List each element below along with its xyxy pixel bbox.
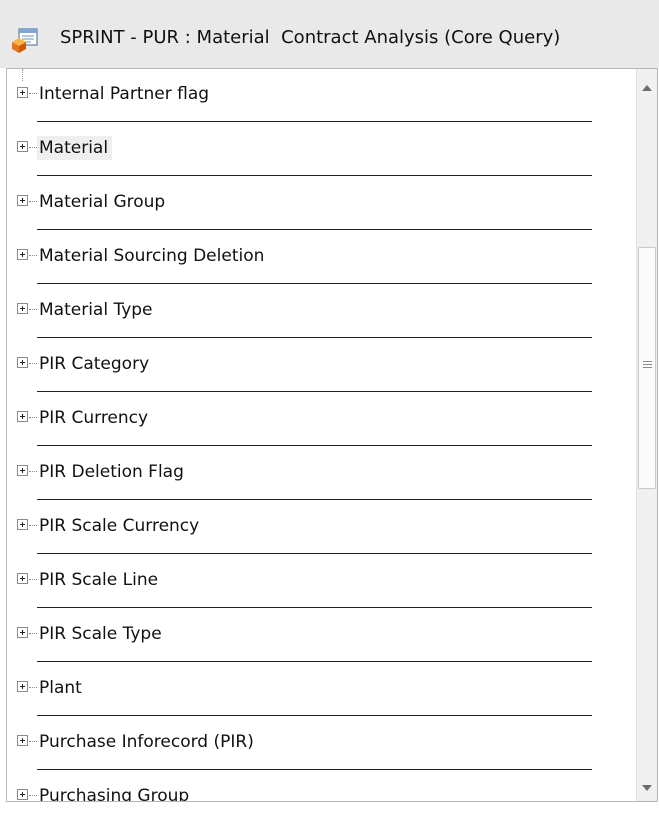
tree-item[interactable]: PIR Scale Line	[7, 561, 592, 615]
tree-connector-line	[29, 579, 37, 580]
tree-item[interactable]: Material Group	[7, 183, 592, 237]
scroll-up-arrow-icon[interactable]	[642, 85, 652, 91]
tree-connector-line	[29, 633, 37, 634]
expand-plus-icon[interactable]	[17, 87, 28, 98]
query-report-icon	[10, 26, 40, 54]
tree-item[interactable]: Material Sourcing Deletion	[7, 237, 592, 291]
tree-item[interactable]: PIR Scale Currency	[7, 507, 592, 561]
tree-item[interactable]: Purchasing Group	[7, 777, 592, 801]
tree-item-label[interactable]: PIR Scale Currency	[37, 514, 203, 538]
row-divider	[37, 661, 592, 662]
tree-panel: Internal Partner flag Material Material Gr…	[6, 68, 658, 802]
tree-item[interactable]: Internal Partner flag	[7, 69, 592, 129]
tree-connector-line	[29, 93, 37, 94]
tree-item[interactable]: Material Type	[7, 291, 592, 345]
tree-item-label[interactable]: PIR Scale Line	[37, 568, 162, 592]
row-divider	[37, 499, 592, 500]
expand-plus-icon[interactable]	[17, 195, 28, 206]
window-title-bar: SPRINT - PUR : Material Contract Analysi…	[0, 0, 659, 68]
tree-connector-line	[29, 795, 37, 796]
tree-connector-line	[29, 741, 37, 742]
tree-item-label[interactable]: Plant	[37, 676, 86, 700]
tree-connector-line	[29, 255, 37, 256]
row-divider	[37, 229, 592, 230]
row-divider	[37, 391, 592, 392]
tree-item-label[interactable]: PIR Deletion Flag	[37, 460, 188, 484]
tree-item[interactable]: Material	[7, 129, 592, 183]
tree-item[interactable]: PIR Deletion Flag	[7, 453, 592, 507]
tree-item[interactable]: PIR Scale Type	[7, 615, 592, 669]
window-title: SPRINT - PUR : Material Contract Analysi…	[60, 27, 561, 48]
expand-plus-icon[interactable]	[17, 681, 28, 692]
expand-plus-icon[interactable]	[17, 627, 28, 638]
expand-plus-icon[interactable]	[17, 735, 28, 746]
row-divider	[37, 607, 592, 608]
expand-plus-icon[interactable]	[17, 411, 28, 422]
expand-plus-icon[interactable]	[17, 465, 28, 476]
tree-connector-line	[22, 69, 23, 81]
row-divider	[37, 337, 592, 338]
row-divider	[37, 121, 592, 122]
tree-connector-line	[29, 417, 37, 418]
tree-item-label[interactable]: Purchasing Group	[37, 784, 193, 801]
tree-item-label[interactable]: PIR Currency	[37, 406, 152, 430]
tree-connector-line	[29, 525, 37, 526]
tree-item-label[interactable]: Material	[37, 136, 113, 160]
tree-connector-line	[29, 309, 37, 310]
tree-item[interactable]: PIR Category	[7, 345, 592, 399]
tree-item-label[interactable]: Purchase Inforecord (PIR)	[37, 730, 258, 754]
tree-item-label[interactable]: PIR Scale Type	[37, 622, 166, 646]
tree-item-label[interactable]: Material Sourcing Deletion	[37, 244, 268, 268]
tree-item-label[interactable]: PIR Category	[37, 352, 153, 376]
row-divider	[37, 553, 592, 554]
tree-item[interactable]: PIR Currency	[7, 399, 592, 453]
tree-connector-line	[29, 471, 37, 472]
tree-item-label[interactable]: Material Type	[37, 298, 157, 322]
expand-plus-icon[interactable]	[17, 141, 28, 152]
row-divider	[37, 769, 592, 770]
scroll-down-arrow-icon[interactable]	[642, 785, 652, 791]
expand-plus-icon[interactable]	[17, 519, 28, 530]
tree-item-label[interactable]: Internal Partner flag	[37, 82, 213, 106]
row-divider	[37, 715, 592, 716]
tree-item[interactable]: Purchase Inforecord (PIR)	[7, 723, 592, 777]
vertical-scrollbar[interactable]	[636, 69, 657, 801]
expand-plus-icon[interactable]	[17, 573, 28, 584]
scroll-grip-icon	[643, 360, 652, 362]
tree-connector-line	[29, 687, 37, 688]
expand-plus-icon[interactable]	[17, 249, 28, 260]
scrollbar-thumb[interactable]	[638, 246, 656, 489]
tree-item[interactable]: Plant	[7, 669, 592, 723]
row-divider	[37, 175, 592, 176]
expand-plus-icon[interactable]	[17, 357, 28, 368]
tree-connector-line	[29, 363, 37, 364]
row-divider	[37, 283, 592, 284]
expand-plus-icon[interactable]	[17, 789, 28, 800]
expand-plus-icon[interactable]	[17, 303, 28, 314]
tree-connector-line	[29, 201, 37, 202]
row-divider	[37, 445, 592, 446]
tree-item-label[interactable]: Material Group	[37, 190, 169, 214]
tree-connector-line	[29, 147, 37, 148]
